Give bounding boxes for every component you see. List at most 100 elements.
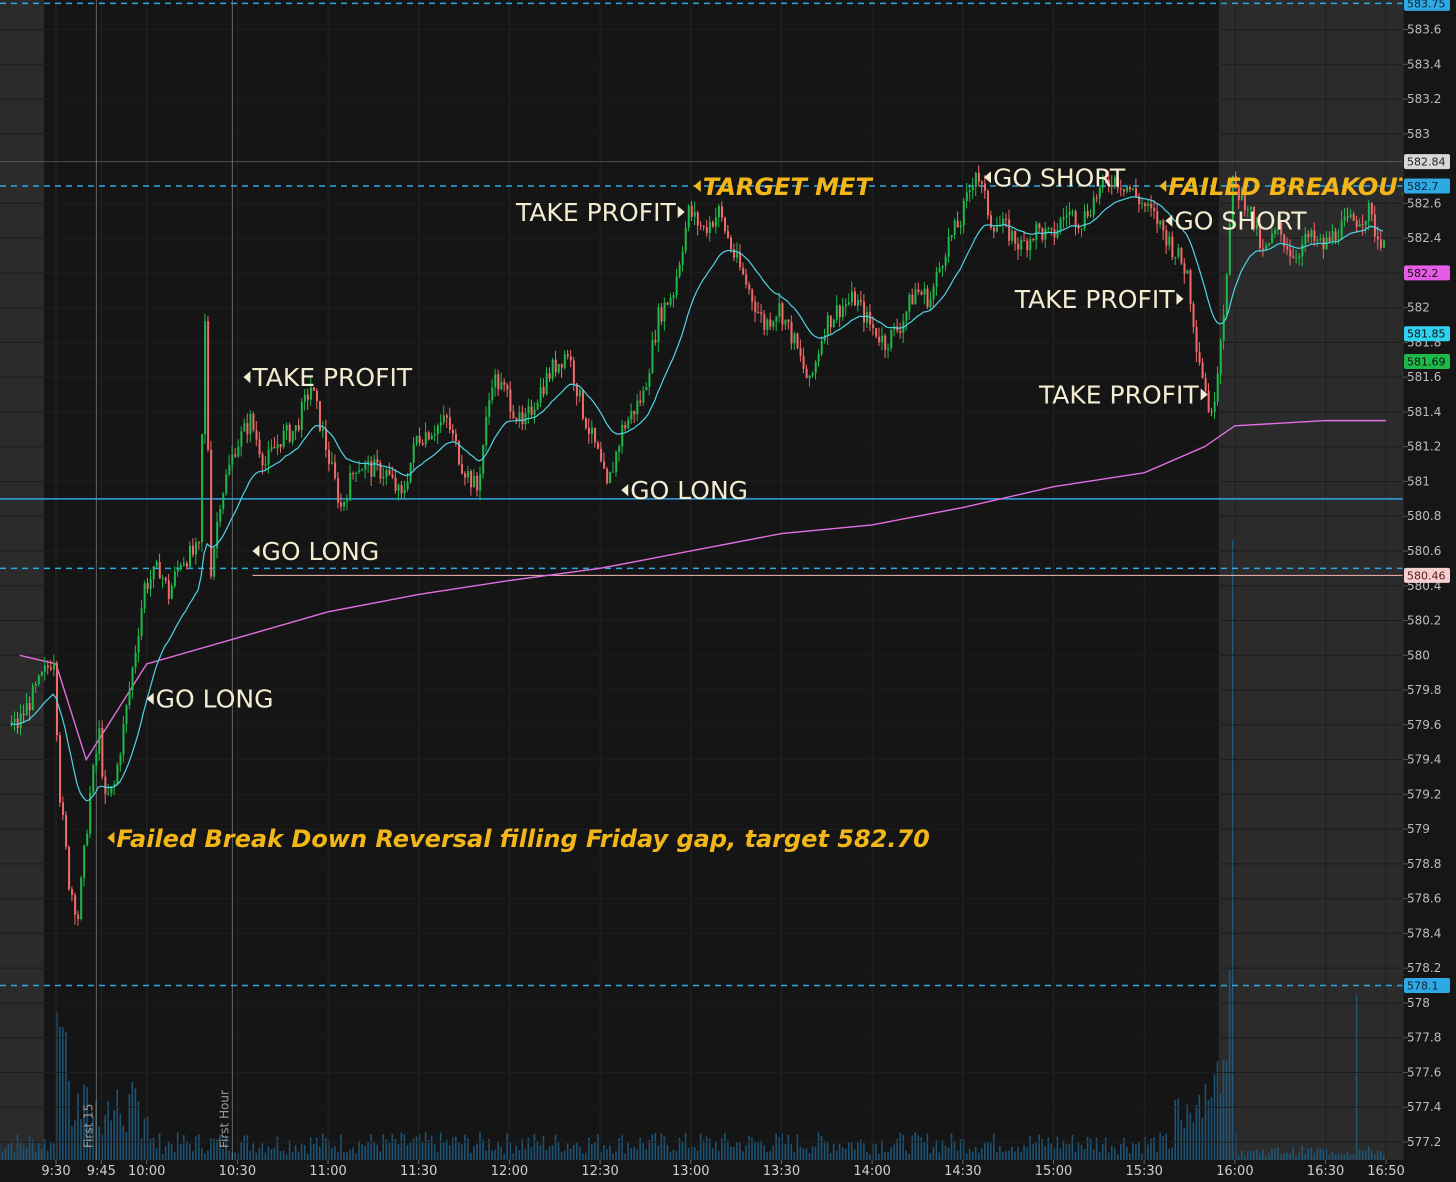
candle-body	[1023, 239, 1026, 241]
volume-bar	[406, 1144, 409, 1160]
volume-bar	[1228, 970, 1231, 1160]
volume-bar	[938, 1152, 941, 1160]
candle-body	[213, 548, 216, 577]
volume-bar	[173, 1152, 176, 1160]
candle-body	[811, 372, 814, 376]
volume-bar	[385, 1139, 388, 1160]
annotation-text: TAKE PROFIT	[1014, 285, 1175, 314]
volume-bar	[1219, 1093, 1222, 1160]
candle-body	[300, 401, 303, 431]
volume-bar	[1077, 1143, 1080, 1160]
volume-bar	[195, 1136, 197, 1160]
candle-body	[666, 302, 669, 305]
volume-bar	[7, 1144, 10, 1160]
volume-bar	[591, 1143, 593, 1160]
volume-bar	[249, 1150, 252, 1160]
volume-bar	[1253, 1150, 1255, 1160]
candle-body	[1219, 340, 1222, 374]
annotation: GO SHORT	[1165, 207, 1307, 236]
volume-bar	[1120, 1144, 1122, 1160]
candle-body	[1177, 247, 1180, 257]
y-tick-label: 578.8	[1407, 857, 1441, 871]
volume-bar	[772, 1145, 774, 1160]
volume-bar	[192, 1151, 194, 1160]
candle-body	[1168, 236, 1171, 246]
candle-body	[639, 400, 642, 403]
volume-bar	[1192, 1122, 1195, 1160]
candle-body	[164, 577, 167, 581]
volume-bar	[400, 1132, 403, 1160]
volume-bar	[110, 1120, 113, 1160]
volume-bar	[364, 1145, 366, 1160]
candle-body	[542, 387, 545, 395]
y-tick-label: 581	[1407, 474, 1430, 488]
candle-body	[551, 359, 554, 379]
y-tick-label: 583.2	[1407, 92, 1441, 106]
candle-body	[315, 390, 318, 402]
y-tick-label: 578.2	[1407, 961, 1441, 975]
candle-body	[1129, 186, 1132, 190]
volume-bar	[68, 1080, 70, 1160]
volume-bar	[1141, 1153, 1143, 1160]
volume-bar	[760, 1140, 762, 1160]
candle-body	[1204, 378, 1207, 391]
volume-bar	[681, 1141, 684, 1160]
volume-bar	[1231, 540, 1234, 1160]
candle-body	[521, 412, 524, 425]
volume-bar	[59, 1026, 61, 1160]
price-tag-label: 578.1	[1407, 980, 1439, 993]
candle-body	[588, 427, 590, 434]
volume-bar	[1195, 1104, 1198, 1160]
y-tick-label: 577.2	[1407, 1135, 1441, 1149]
volume-bar	[1201, 1117, 1204, 1160]
candle-body	[1213, 401, 1216, 413]
volume-bar	[1113, 1147, 1116, 1160]
volume-bar	[1020, 1151, 1022, 1160]
candle-body	[427, 432, 430, 440]
volume-bar	[207, 1150, 209, 1160]
volume-bar	[702, 1140, 705, 1160]
candle-body	[364, 462, 367, 471]
volume-bar	[340, 1134, 342, 1160]
candle-body	[630, 410, 633, 420]
candle-body	[699, 225, 702, 227]
candle-body	[288, 424, 291, 442]
candle-body	[464, 473, 467, 478]
candle-body	[678, 264, 681, 277]
volume-bar	[46, 1150, 49, 1160]
candle-body	[1379, 239, 1382, 248]
candle-body	[793, 333, 796, 344]
annotation-text: TARGET MET	[703, 173, 874, 201]
candle-body	[219, 509, 222, 522]
candle-body	[249, 413, 252, 435]
volume-bar	[557, 1141, 560, 1160]
volume-bar	[34, 1152, 37, 1160]
volume-bar	[847, 1142, 850, 1160]
volume-bar	[724, 1132, 726, 1160]
annotation: TAKE PROFIT	[1014, 285, 1184, 314]
candle-body	[382, 476, 385, 479]
y-tick-label: 578.4	[1407, 926, 1441, 940]
candle-body	[860, 299, 863, 302]
candle-body	[352, 472, 355, 474]
candle-body	[832, 319, 835, 328]
annotation: GO LONG	[146, 685, 273, 714]
candle-body	[170, 586, 173, 599]
volume-bar	[1328, 1154, 1331, 1160]
volume-bar	[935, 1140, 938, 1160]
volume-bar	[814, 1146, 817, 1160]
x-tick-label: 14:00	[853, 1164, 890, 1179]
volume-bar	[727, 1140, 729, 1160]
candle-body	[1008, 219, 1011, 241]
annotation-text: TAKE PROFIT	[251, 363, 412, 392]
volume-bar	[1249, 1151, 1252, 1160]
volume-bar	[1243, 1154, 1246, 1160]
candle-body	[914, 289, 917, 305]
candle-body	[234, 454, 237, 457]
y-tick-label: 582.6	[1407, 196, 1441, 210]
price-chart[interactable]: First 15 First Hour GO LONG GO LONG TAKE PR…	[0, 0, 1456, 1182]
candle-body	[745, 274, 748, 285]
candle-body	[189, 545, 191, 567]
volume-bar	[74, 1120, 76, 1160]
candle-body	[43, 665, 46, 673]
